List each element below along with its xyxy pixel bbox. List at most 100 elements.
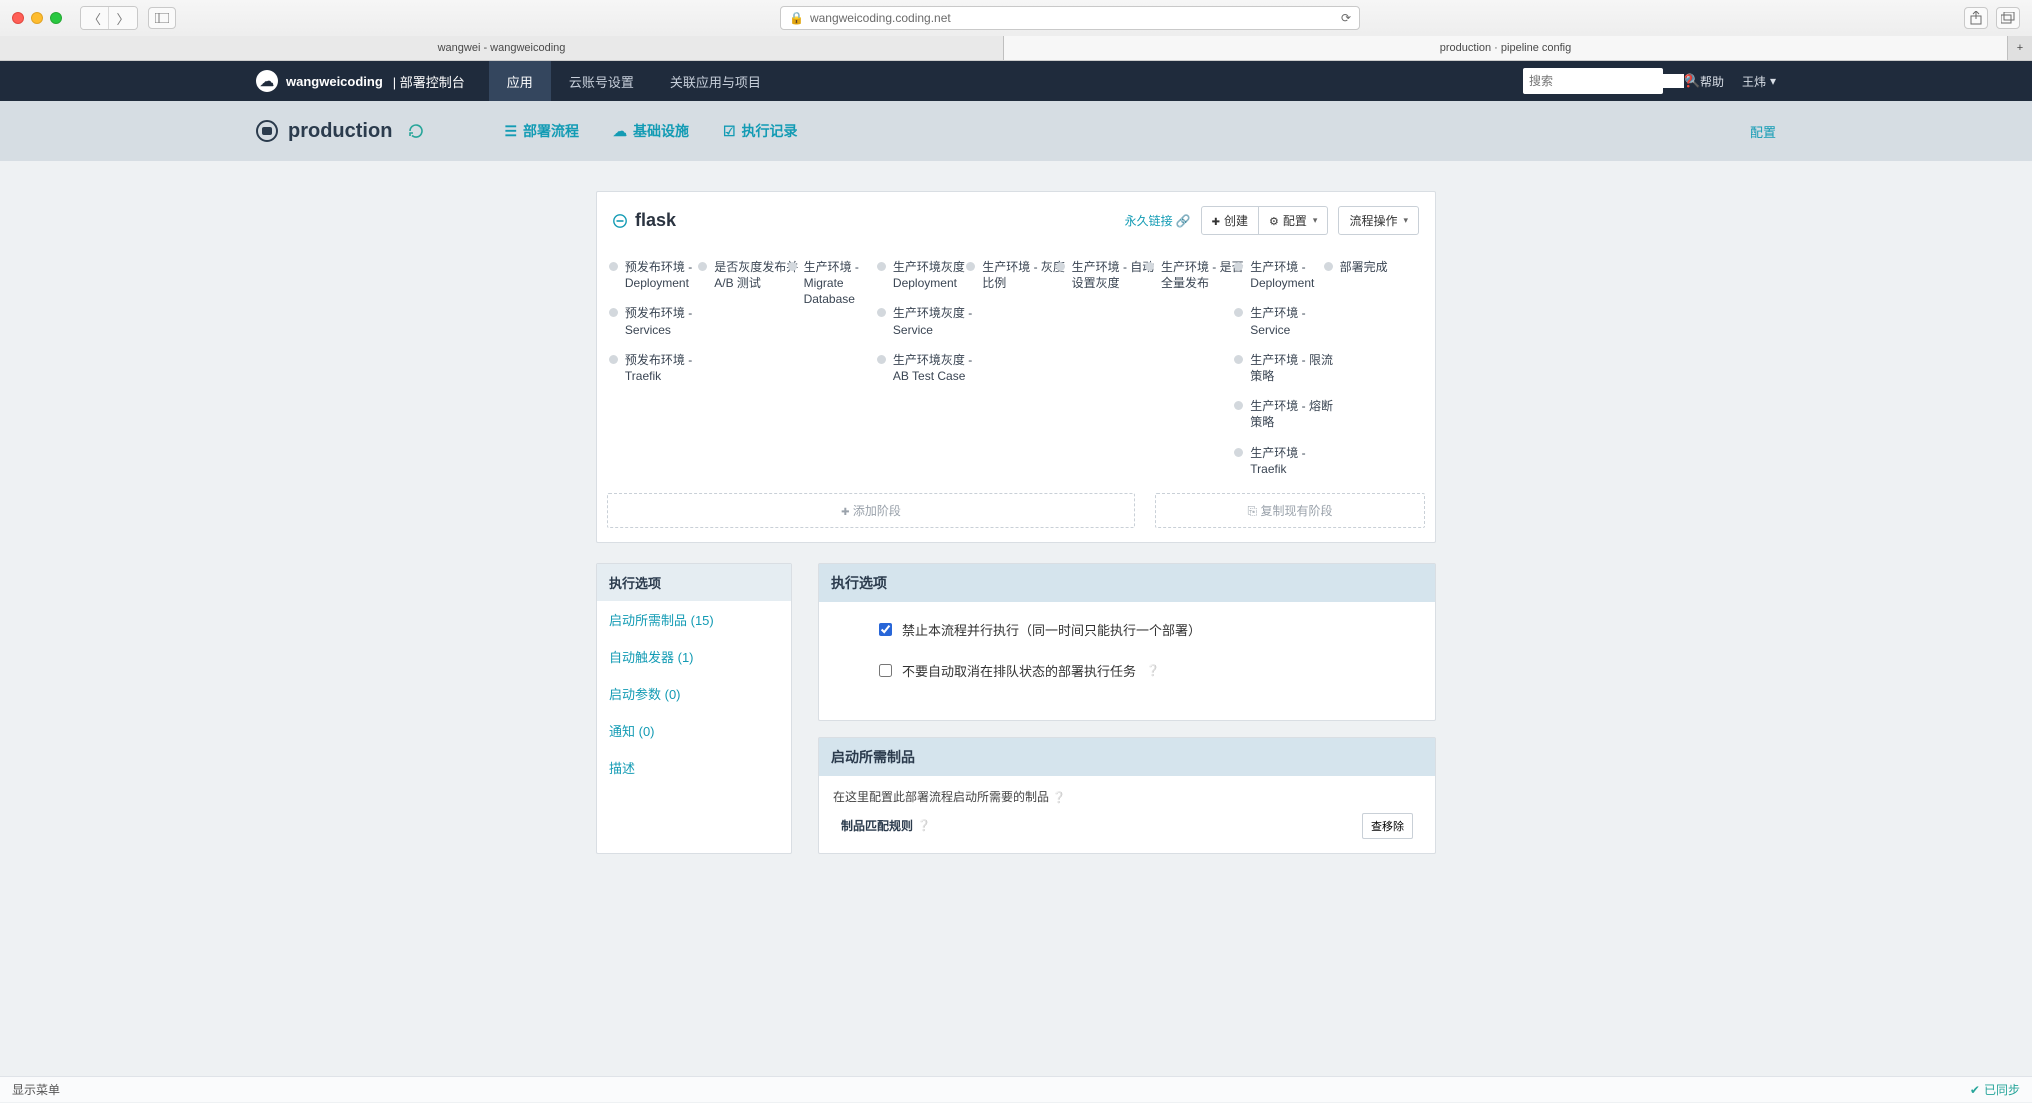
collapse-icon[interactable] xyxy=(613,214,627,228)
disable-parallel-checkbox[interactable] xyxy=(879,623,892,636)
refresh-icon[interactable] xyxy=(408,123,424,139)
config-dropdown[interactable]: 配置 xyxy=(1259,206,1328,235)
node-label: 生产环境灰度 - Deployment xyxy=(893,260,972,290)
minimize-window-button[interactable] xyxy=(31,12,43,24)
exec-options-header: 执行选项 xyxy=(819,564,1435,602)
node-status-icon xyxy=(1234,355,1243,364)
disable-parallel-label: 禁止本流程并行执行（同一时间只能执行一个部署） xyxy=(902,620,1201,639)
link-icon: 🔗 xyxy=(1176,214,1191,228)
topnav-tab-app[interactable]: 应用 xyxy=(489,61,551,101)
subtab-infra[interactable]: ☁基础设施 xyxy=(613,121,689,141)
search-box[interactable]: 🔍 xyxy=(1523,68,1663,94)
help-tooltip-icon[interactable]: ❔ xyxy=(917,819,931,832)
sync-icon: ✔ xyxy=(1970,1083,1980,1097)
node-label: 生产环境 - 灰度比例 xyxy=(982,260,1065,290)
help-link[interactable]: ❓帮助 xyxy=(1681,73,1724,90)
pipeline-stage-node[interactable]: 预发布环境 - Services xyxy=(623,305,712,337)
permalink-link[interactable]: 永久链接🔗 xyxy=(1125,212,1191,229)
node-label: 生产环境 - Migrate Database xyxy=(804,260,859,306)
pipeline-stage-node[interactable]: 生产环境 - 熔断策略 xyxy=(1248,398,1337,430)
search-input[interactable] xyxy=(1529,74,1684,88)
user-menu[interactable]: 王炜▾ xyxy=(1742,73,1776,90)
node-label: 预发布环境 - Services xyxy=(625,306,692,336)
node-status-icon xyxy=(877,262,886,271)
pipeline-title: flask xyxy=(635,210,676,231)
node-label: 生产环境 - Service xyxy=(1250,306,1305,336)
node-status-icon xyxy=(1234,448,1243,457)
side-item-description[interactable]: 描述 xyxy=(597,749,791,786)
exec-options-section: 执行选项 禁止本流程并行执行（同一时间只能执行一个部署） 不要自动取消在排队状态… xyxy=(818,563,1436,721)
artifact-rule-label: 制品匹配规则 xyxy=(841,817,913,834)
add-stage-button[interactable]: 添加阶段 xyxy=(607,493,1135,528)
sidebar-button[interactable] xyxy=(148,7,176,29)
brand[interactable]: ☁ wangweicoding | 部署控制台 xyxy=(256,70,465,92)
help-tooltip-icon[interactable]: ❔ xyxy=(1146,664,1160,677)
app-title: production xyxy=(288,120,392,143)
browser-chrome: 〈 〉 🔒 wangweicoding.coding.net ⟳ wangwei… xyxy=(0,0,2032,61)
subtab-config[interactable]: 配置 xyxy=(1750,122,1776,141)
list-icon: ☰ xyxy=(504,123,517,140)
create-button[interactable]: 创建 xyxy=(1201,206,1259,235)
browser-tab-1[interactable]: wangwei - wangweicoding xyxy=(0,36,1004,60)
plus-icon xyxy=(841,504,849,518)
browser-tab-2[interactable]: production · pipeline config xyxy=(1004,36,2008,60)
tabs-button[interactable] xyxy=(1996,7,2020,29)
node-label: 生产环境灰度 - AB Test Case xyxy=(893,353,972,383)
subheader: production ☰部署流程 ☁基础设施 ☑执行记录 配置 xyxy=(0,101,2032,161)
app-icon xyxy=(256,120,278,142)
help-tooltip-icon[interactable]: ❔ xyxy=(1052,792,1066,804)
topnav-tab-cloud[interactable]: 云账号设置 xyxy=(551,61,652,101)
subtab-pipelines[interactable]: ☰部署流程 xyxy=(504,121,579,141)
no-auto-cancel-checkbox[interactable] xyxy=(879,664,892,677)
node-status-icon xyxy=(877,355,886,364)
pipeline-stage-node[interactable]: 预发布环境 - Traefik xyxy=(623,352,712,384)
copy-icon: ⎘ xyxy=(1248,504,1258,518)
share-button[interactable] xyxy=(1964,7,1988,29)
node-label: 生产环境 - 熔断策略 xyxy=(1250,399,1333,429)
node-label: 预发布环境 - Deployment xyxy=(625,260,692,290)
show-menu-button[interactable]: 显示菜单 xyxy=(12,1081,60,1098)
no-auto-cancel-label: 不要自动取消在排队状态的部署执行任务 xyxy=(902,661,1136,680)
artifact-remove-button[interactable]: 查移除 xyxy=(1362,813,1413,839)
pipeline-stage-node[interactable]: 生产环境 - Service xyxy=(1248,305,1337,337)
new-tab-button[interactable]: + xyxy=(2008,36,2032,60)
node-label: 是否灰度发布并 A/B 测试 xyxy=(714,260,798,290)
help-icon: ❓ xyxy=(1681,74,1696,88)
side-nav: 执行选项 启动所需制品 (15) 自动触发器 (1) 启动参数 (0) 通知 (… xyxy=(596,563,792,854)
pipeline-panel: flask 永久链接🔗 创建 配置 流程操作 预发布环境 - Deploymen… xyxy=(596,191,1436,543)
plus-icon xyxy=(1212,214,1220,228)
pipeline-stage-node[interactable]: 生产环境灰度 - Service xyxy=(891,305,980,337)
address-bar[interactable]: 🔒 wangweicoding.coding.net ⟳ xyxy=(780,6,1360,30)
node-status-icon xyxy=(1056,262,1065,271)
topnav-tab-link[interactable]: 关联应用与项目 xyxy=(652,61,779,101)
node-label: 生产环境 - 限流策略 xyxy=(1250,353,1333,383)
pipeline-end-node[interactable]: 部署完成 xyxy=(1340,260,1388,274)
sync-status[interactable]: ✔ 已同步 xyxy=(1970,1081,2020,1098)
side-item-notifications[interactable]: 通知 (0) xyxy=(597,712,791,749)
copy-stage-button[interactable]: ⎘ 复制现有阶段 xyxy=(1155,493,1425,528)
maximize-window-button[interactable] xyxy=(50,12,62,24)
pipeline-actions-dropdown[interactable]: 流程操作 xyxy=(1338,206,1419,235)
url-text: wangweicoding.coding.net xyxy=(810,11,951,25)
reload-icon[interactable]: ⟳ xyxy=(1341,11,1351,25)
footer-bar: 显示菜单 ✔ 已同步 xyxy=(0,1076,2032,1102)
node-label: 生产环境 - 是否全量发布 xyxy=(1161,260,1244,290)
lock-icon: 🔒 xyxy=(789,11,804,25)
forward-button[interactable]: 〉 xyxy=(109,7,137,29)
pipeline-graph: 预发布环境 - Deployment 预发布环境 - Services 预发布环境 … xyxy=(607,255,1425,477)
node-label: 生产环境 - Traefik xyxy=(1250,446,1305,476)
side-item-artifacts[interactable]: 启动所需制品 (15) xyxy=(597,601,791,638)
side-item-triggers[interactable]: 自动触发器 (1) xyxy=(597,638,791,675)
node-status-icon xyxy=(609,355,618,364)
side-nav-header: 执行选项 xyxy=(597,564,791,601)
node-label: 预发布环境 - Traefik xyxy=(625,353,692,383)
side-item-params[interactable]: 启动参数 (0) xyxy=(597,675,791,712)
back-button[interactable]: 〈 xyxy=(81,7,109,29)
chevron-down-icon: ▾ xyxy=(1770,74,1776,88)
pipeline-stage-node[interactable]: 生产环境 - Traefik xyxy=(1248,445,1337,477)
pipeline-stage-node[interactable]: 生产环境 - 限流策略 xyxy=(1248,352,1337,384)
node-label: 生产环境灰度 - Service xyxy=(893,306,972,336)
close-window-button[interactable] xyxy=(12,12,24,24)
pipeline-stage-node[interactable]: 生产环境灰度 - AB Test Case xyxy=(891,352,980,384)
subtab-executions[interactable]: ☑执行记录 xyxy=(723,121,798,141)
